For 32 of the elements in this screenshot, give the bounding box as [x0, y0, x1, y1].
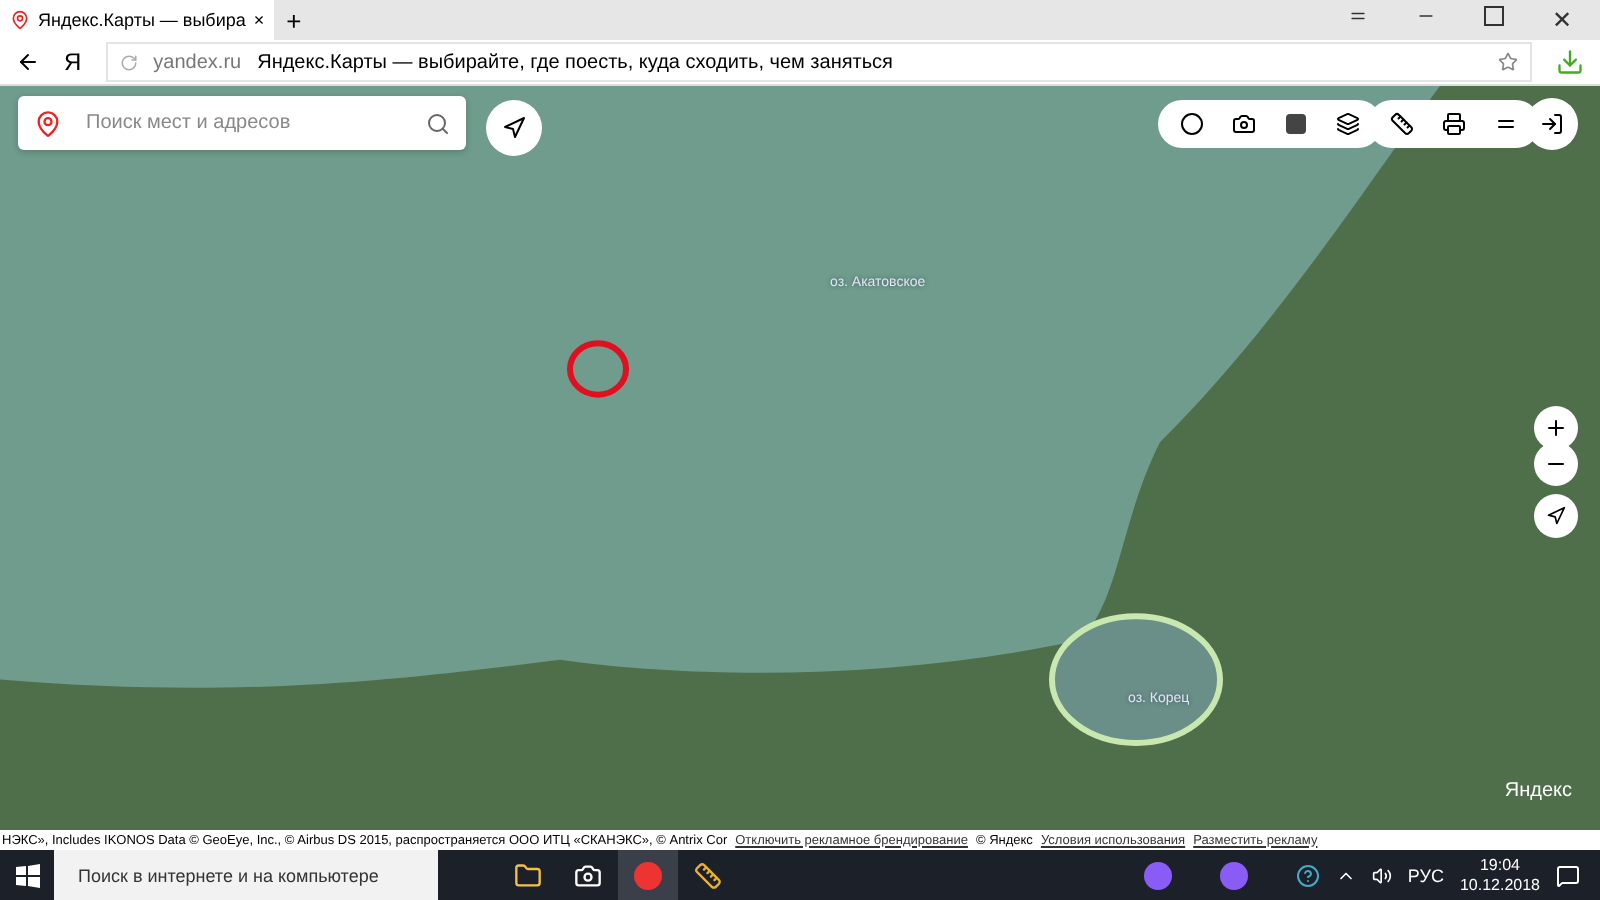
clock[interactable]: 19:04 10.12.2018 — [1459, 855, 1540, 895]
plus-icon — [1544, 416, 1568, 440]
pin-icon — [10, 10, 30, 30]
address-bar[interactable]: yandex.ru Яндекс.Карты — выбирайте, где поесть, куда сходить, чем заняться — [105, 42, 1532, 82]
new-tab-button[interactable]: + — [286, 5, 302, 35]
close-tab-button[interactable]: × — [253, 10, 265, 30]
windows-icon — [15, 863, 39, 887]
maximize-icon[interactable] — [1484, 6, 1504, 26]
search-icon[interactable] — [426, 111, 450, 135]
back-icon[interactable] — [16, 50, 40, 74]
download-icon[interactable] — [1556, 48, 1584, 76]
close-window-button[interactable]: ✕ — [1552, 6, 1572, 34]
language-indicator[interactable]: РУС — [1407, 865, 1444, 885]
notifications-icon[interactable] — [1556, 863, 1580, 887]
browser-logo[interactable]: Я — [64, 48, 82, 76]
help-icon[interactable] — [1295, 863, 1320, 887]
route-icon — [502, 116, 526, 140]
speaker-icon[interactable] — [1371, 865, 1392, 885]
browser-tab[interactable]: Яндекс.Карты — выбира × — [0, 0, 275, 40]
search-field[interactable]: Поиск мест и адресов — [82, 110, 406, 136]
route-button[interactable] — [486, 100, 542, 156]
arrow-icon — [1546, 506, 1566, 526]
map-logo: Яндекс — [1504, 780, 1572, 802]
url-host: yandex.ru — [153, 51, 242, 73]
pin-icon — [34, 109, 62, 137]
bookmark-icon[interactable] — [1498, 52, 1518, 72]
marked-circle — [567, 340, 629, 398]
login-icon — [1540, 112, 1564, 136]
taskbar-search-field[interactable]: Поиск в интернете и на компьютере — [74, 863, 438, 887]
search-box[interactable]: Поиск мест и адресов — [18, 96, 466, 150]
taskbar-search-box[interactable]: Поиск в интернете и на компьютере — [54, 850, 438, 900]
page-title: Яндекс.Карты — выбирайте, где поесть, куда сходить, чем заняться — [257, 51, 893, 73]
